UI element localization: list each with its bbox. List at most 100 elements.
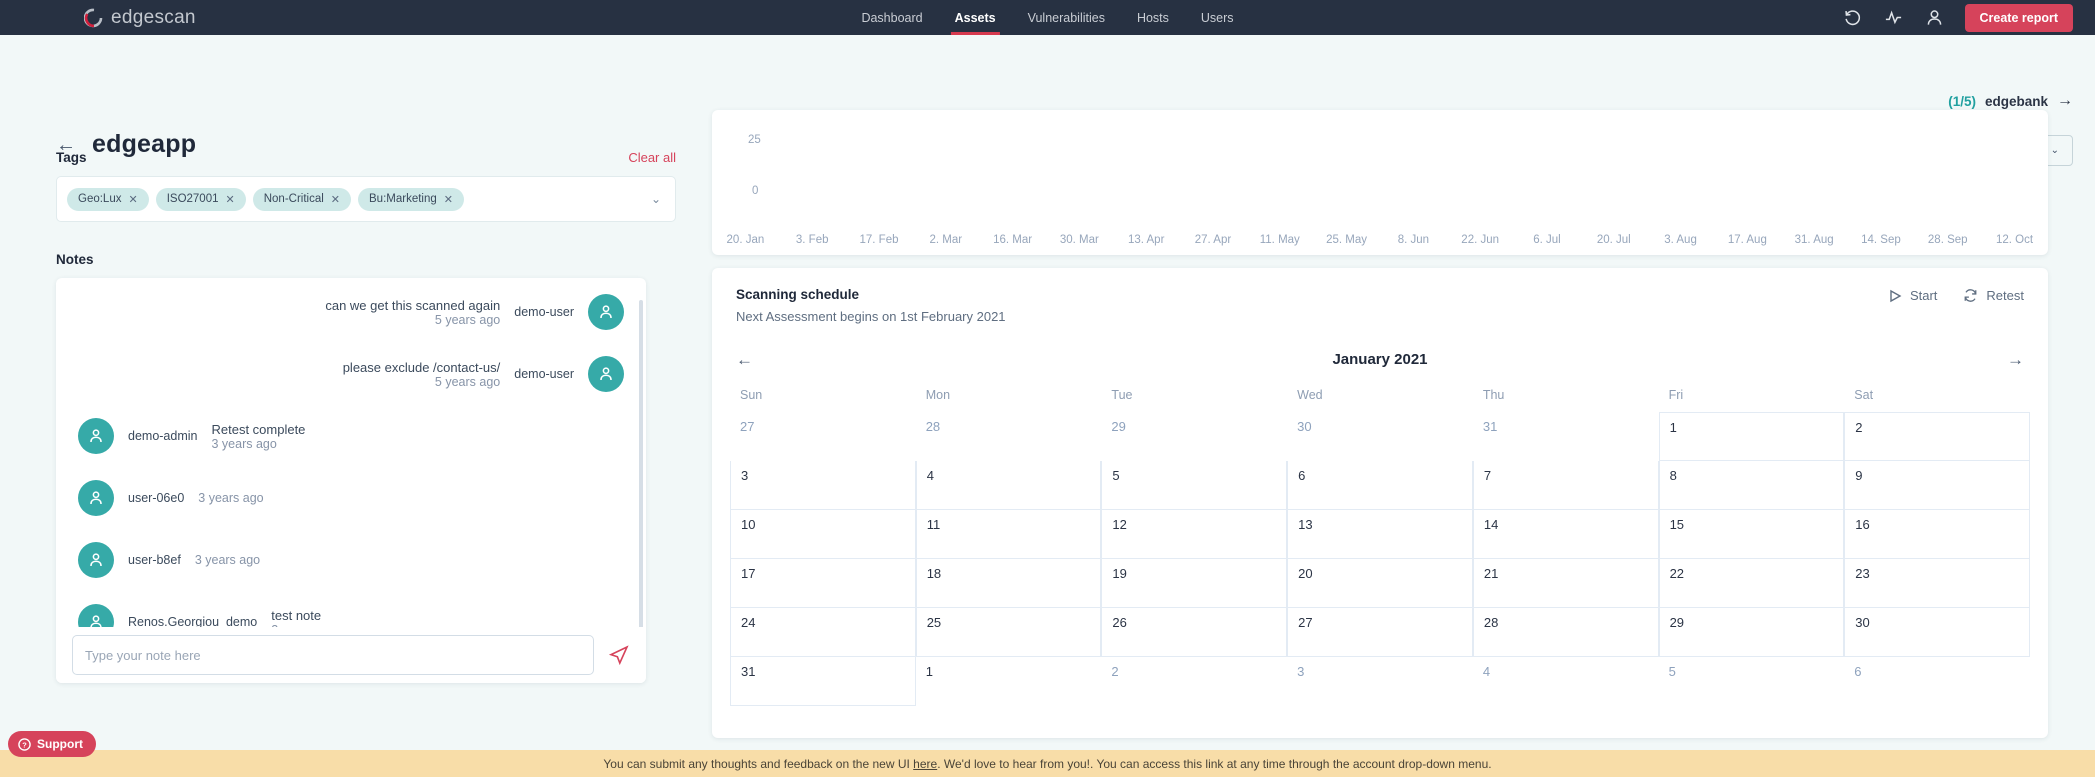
note-item: can we get this scanned again 5 years ag… [78,294,624,330]
note-content: please exclude /contact-us/ 5 years ago [343,360,501,389]
calendar-day-cell[interactable]: 30 [1287,412,1473,461]
notes-scrollbar[interactable] [639,300,643,630]
note-author: demo-user [514,367,574,381]
calendar-day-cell[interactable]: 30 [1844,608,2030,657]
calendar-day-cell[interactable]: 31 [1473,412,1659,461]
calendar-day-cell[interactable]: 2 [1101,657,1287,706]
note-timestamp: 3 years ago [198,491,263,505]
calendar-day-cell[interactable]: 3 [730,461,916,510]
support-button[interactable]: ? Support [8,731,96,757]
calendar-day-cell[interactable]: 4 [1473,657,1659,706]
chevron-down-icon[interactable]: ⌄ [651,192,661,206]
left-column: Tags Clear all Geo:Lux ✕ ISO27001 ✕ Non-… [56,150,706,683]
top-navigation-bar: edgescan Dashboard Assets Vulnerabilitie… [0,0,2095,35]
calendar-day-cell[interactable]: 28 [916,412,1102,461]
calendar-next-month-icon[interactable]: → [2007,351,2024,368]
calendar-day-cell[interactable]: 31 [730,657,916,706]
calendar-day-cell[interactable]: 12 [1101,510,1287,559]
asset-pager[interactable]: (1/5) edgebank → [1948,93,2073,109]
footer-feedback-link[interactable]: here [913,757,937,771]
start-scan-button[interactable]: Start [1888,288,1937,303]
calendar-prev-month-icon[interactable]: ← [736,351,753,368]
calendar-day-cell[interactable]: 24 [730,608,916,657]
nav-link-assets[interactable]: Assets [955,0,996,35]
calendar-day-cell[interactable]: 17 [730,559,916,608]
user-icon[interactable] [1924,7,1945,28]
calendar-day-cell[interactable]: 22 [1659,559,1845,608]
note-text: can we get this scanned again [325,298,500,313]
x-axis-tick: 28. Sep [1914,234,1981,246]
calendar-day-cell[interactable]: 1 [916,657,1102,706]
calendar-day-cell[interactable]: 3 [1287,657,1473,706]
tag-chip[interactable]: Geo:Lux ✕ [67,188,149,211]
schedule-subtitle: Next Assessment begins on 1st February 2… [736,309,2024,324]
tag-chip[interactable]: Bu:Marketing ✕ [358,188,464,211]
brand-logo-group[interactable]: edgescan [84,7,196,29]
edgescan-logo-icon [84,8,104,28]
notes-label: Notes [56,252,94,267]
calendar-day-cell[interactable]: 6 [1844,657,2030,706]
calendar-day-cell[interactable]: 29 [1101,412,1287,461]
calendar-day-cell[interactable]: 18 [916,559,1102,608]
note-timestamp: 5 years ago [435,313,500,327]
calendar-day-cell[interactable]: 5 [1659,657,1845,706]
tags-input-box[interactable]: Geo:Lux ✕ ISO27001 ✕ Non-Critical ✕ Bu:M… [56,176,676,222]
calendar-dow-header: Mon [916,382,1102,412]
calendar-day-cell[interactable]: 29 [1659,608,1845,657]
retest-button[interactable]: Retest [1963,288,2024,303]
calendar-day-cell[interactable]: 25 [916,608,1102,657]
calendar-day-cell[interactable]: 10 [730,510,916,559]
note-input[interactable] [72,635,594,675]
calendar-day-cell[interactable]: 1 [1659,412,1845,461]
note-author: Renos.Georgiou_demo [128,615,257,627]
arrow-right-icon[interactable]: → [2057,93,2073,109]
calendar-day-cell[interactable]: 27 [730,412,916,461]
calendar-day-cell[interactable]: 16 [1844,510,2030,559]
y-axis-tick: 25 [748,134,761,146]
x-axis-tick: 17. Aug [1714,234,1781,246]
calendar-day-cell[interactable]: 28 [1473,608,1659,657]
tag-chip[interactable]: ISO27001 ✕ [156,188,246,211]
note-item: please exclude /contact-us/ 5 years ago … [78,356,624,392]
calendar-dow-header: Fri [1659,382,1845,412]
nav-link-hosts[interactable]: Hosts [1137,0,1169,35]
nav-link-vulnerabilities[interactable]: Vulnerabilities [1028,0,1105,35]
close-icon[interactable]: ✕ [331,193,340,206]
calendar-day-cell[interactable]: 13 [1287,510,1473,559]
tag-chip[interactable]: Non-Critical ✕ [253,188,351,211]
x-axis-tick: 17. Feb [846,234,913,246]
chart-plot-area: 25 0 20. Jan 3. Feb 17. Feb 2. Mar 16. M… [712,110,2048,255]
calendar-day-cell[interactable]: 26 [1101,608,1287,657]
calendar-day-cell[interactable]: 21 [1473,559,1659,608]
close-icon[interactable]: ✕ [226,193,235,206]
calendar-day-cell[interactable]: 4 [916,461,1102,510]
history-icon[interactable] [1842,7,1863,28]
create-report-button[interactable]: Create report [1965,4,2074,32]
calendar-day-cell[interactable]: 27 [1287,608,1473,657]
vulnerability-trend-chart-card: 25 0 20. Jan 3. Feb 17. Feb 2. Mar 16. M… [712,110,2048,255]
calendar-day-cell[interactable]: 9 [1844,461,2030,510]
calendar-day-cell[interactable]: 8 [1659,461,1845,510]
calendar-day-cell[interactable]: 14 [1473,510,1659,559]
clear-all-tags-button[interactable]: Clear all [628,150,676,165]
send-icon[interactable] [608,644,630,666]
calendar-day-cell[interactable]: 23 [1844,559,2030,608]
x-axis-tick: 20. Jan [712,234,779,246]
note-item: demo-admin Retest complete 3 years ago [78,418,624,454]
nav-link-users[interactable]: Users [1201,0,1234,35]
calendar-day-cell[interactable]: 7 [1473,461,1659,510]
x-axis-tick: 30. Mar [1046,234,1113,246]
calendar-day-cell[interactable]: 20 [1287,559,1473,608]
calendar-day-cell[interactable]: 5 [1101,461,1287,510]
nav-link-dashboard[interactable]: Dashboard [861,0,922,35]
note-text: Retest complete [211,422,305,437]
activity-icon[interactable] [1883,7,1904,28]
calendar-day-cell[interactable]: 11 [916,510,1102,559]
close-icon[interactable]: ✕ [444,193,453,206]
x-axis-tick: 14. Sep [1848,234,1915,246]
calendar-day-cell[interactable]: 19 [1101,559,1287,608]
close-icon[interactable]: ✕ [128,193,137,206]
calendar-day-cell[interactable]: 2 [1844,412,2030,461]
calendar-day-cell[interactable]: 6 [1287,461,1473,510]
calendar-day-cell[interactable]: 15 [1659,510,1845,559]
